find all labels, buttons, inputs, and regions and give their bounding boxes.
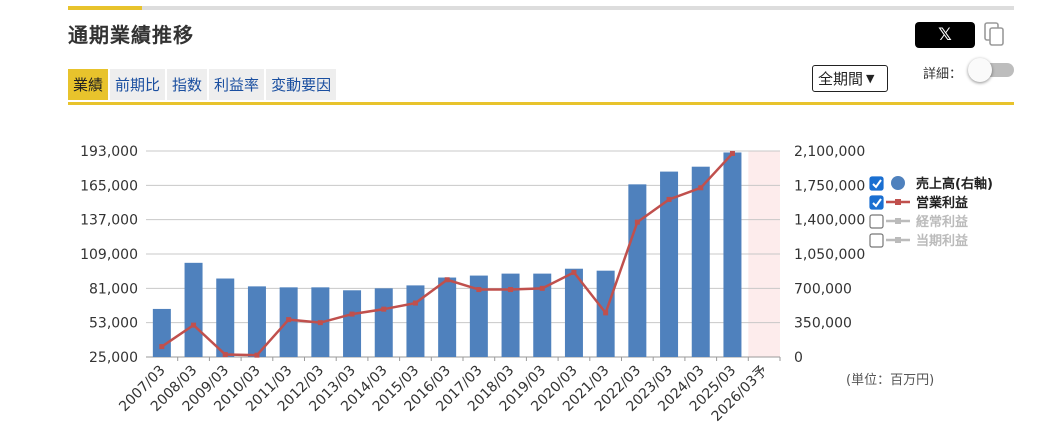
operating-profit-point [476,287,482,293]
operating-profit-point [191,322,197,328]
operating-profit-point [666,196,672,202]
legend-marker-point [895,199,901,205]
left-tick-label: 137,000 [80,213,138,229]
legend-label: 経常利益 [916,214,968,230]
revenue-bar [691,166,710,357]
revenue-bar [628,184,647,357]
revenue-bar [152,308,171,357]
legend-marker-bar [891,176,905,190]
left-tick-label: 165,000 [80,178,138,194]
operating-profit-point [254,352,260,358]
left-tick-label: 193,000 [80,144,138,160]
legend-label: 営業利益 [916,195,968,211]
left-tick-label: 109,000 [80,247,138,263]
revenue-bar [374,288,393,357]
legend-marker-point [895,237,901,243]
operating-profit-point [603,310,609,316]
operating-profit-point [444,277,450,283]
revenue-bar [406,285,425,357]
right-tick-label: 1,050,000 [794,247,865,263]
right-tick-label: 0 [794,350,803,366]
unit-label: (単位：百万円) [846,373,935,388]
legend-label: 売上高(右軸) [916,176,993,192]
right-tick-label: 1,400,000 [794,213,865,229]
left-tick-label: 81,000 [89,281,138,297]
legend-label: 当期利益 [916,233,968,249]
operating-profit-point [729,150,735,156]
operating-profit-point [412,300,418,306]
legend-checkbox[interactable] [869,214,884,229]
operating-profit-point [381,306,387,312]
operating-profit-point [349,311,355,317]
left-tick-label: 53,000 [89,316,138,332]
revenue-bar [216,278,235,357]
left-tick-label: 25,000 [89,350,138,366]
legend-checkbox[interactable] [869,195,884,210]
right-tick-label: 1,750,000 [794,178,865,194]
revenue-bar [723,152,742,357]
operating-profit-point [222,352,228,358]
revenue-bar [279,287,298,357]
right-tick-label: 350,000 [794,316,852,332]
revenue-bar [501,273,520,357]
operating-profit-point [508,287,514,293]
revenue-bar [184,262,203,357]
right-tick-label: 2,100,000 [794,144,865,160]
operating-profit-point [159,344,165,350]
legend-checkbox[interactable] [869,233,884,248]
operating-profit-point [539,285,545,291]
operating-profit-point [571,269,577,275]
legend-marker-point [895,218,901,224]
operating-profit-point [698,185,704,191]
right-tick-label: 700,000 [794,281,852,297]
legend-checkbox[interactable] [869,176,884,191]
operating-profit-point [634,219,640,225]
operating-profit-point [286,317,292,323]
revenue-bar [343,290,362,357]
operating-profit-point [317,320,323,326]
revenue-bar [438,277,457,357]
